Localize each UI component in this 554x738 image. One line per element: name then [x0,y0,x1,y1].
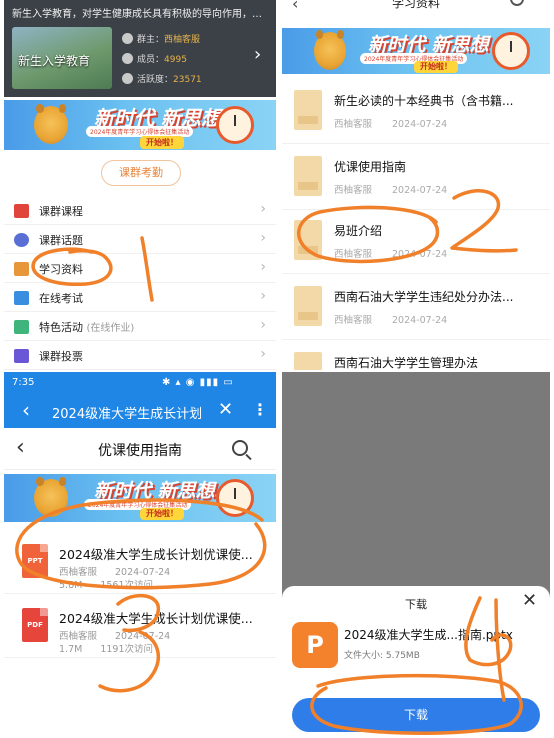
vote-icon [14,349,29,363]
sheet-title: 下载 [405,598,427,611]
file-author: 西柚客服 [334,185,373,196]
folder-file-icon [294,90,322,130]
document-views: 1561次访问 [100,580,153,591]
materials-header: ‹ 学习资料 [282,0,550,22]
course-guide-panel: 7:35 ✱ ▴ ◉ ▮▮▮ ▭ ‹ 2024级准大学生成长计划 ✕ ⋮ ‹ 优… [4,372,276,738]
document-item[interactable]: PPT 2024级准大学生成长计划优课使... 西柚客服 2024-07-24 5… [4,532,276,594]
group-header: 新生入学教育，对学生健康成长具有积极的导向作用，为此西南... 新生入学教育 群… [4,0,276,97]
clock-icon [216,106,254,144]
chevron-right-icon: › [260,288,266,304]
chevron-right-icon: › [260,230,266,246]
clipboard-icon [14,320,29,334]
promo-banner[interactable]: 新时代 新思想 2024年度青年学习心得体会征集活动 开始啦！ [4,474,276,522]
pdf-file-icon: PDF [22,608,48,642]
nav-bar: ‹ 优课使用指南 [4,428,276,470]
folder-file-icon [294,156,322,196]
materials-icon [14,262,29,276]
file-item[interactable]: 西南石油大学学生管理办法 [282,342,550,370]
banner-cta: 开始啦！ [140,508,184,520]
download-file-size: 文件大小: 5.75MB [344,651,420,661]
more-icon[interactable]: ⋮ [252,400,268,419]
file-title: 西南石油大学学生违纪处分办法... [334,290,514,304]
menu-item-label: 特色活动 [39,321,83,334]
laptop-icon [14,291,29,305]
chevron-right-icon[interactable]: › [254,44,261,65]
clock-icon [492,32,530,70]
close-icon[interactable]: ✕ [522,590,537,611]
status-time: 7:35 [12,377,35,388]
mascot-icon [34,477,68,517]
person-icon [122,33,133,44]
folder-file-icon [294,286,322,326]
mascot-icon [34,104,68,144]
app-title: 2024级准大学生成长计划 [52,407,203,422]
chevron-right-icon: › [260,317,266,333]
menu-item-materials[interactable]: 学习资料 › [4,254,276,283]
file-date: 2024-07-24 [392,185,448,196]
download-button[interactable]: 下载 [292,698,540,732]
group-owner-stat: 群主：西柚客服 [122,32,200,45]
menu-item-topics[interactable]: 课群话题 › [4,225,276,254]
status-bar: 7:35 ✱ ▴ ◉ ▮▮▮ ▭ [4,372,276,394]
file-item[interactable]: 优课使用指南 西柚客服 2024-07-24 [282,146,550,210]
attendance-button[interactable]: 课群考勤 [101,160,181,186]
document-size: 5.8M [59,580,83,591]
file-item[interactable]: 新生必读的十本经典书（含书籍... 西柚客服 2024-07-24 [282,80,550,144]
group-thumbnail-title: 新生入学教育 [18,54,91,68]
banner-cta: 开始啦！ [414,61,458,73]
fire-icon [122,73,133,84]
document-title: 2024级准大学生成长计划优课使... [59,611,253,626]
folder-file-icon [294,220,322,260]
menu-item-extra: (在线作业) [86,323,135,334]
file-title: 西南石油大学学生管理办法 [334,356,479,370]
file-author: 西柚客服 [334,315,373,326]
file-item[interactable]: 西南石油大学学生违纪处分办法... 西柚客服 2024-07-24 [282,276,550,340]
pptx-file-icon: P [292,622,338,668]
ppt-file-icon: PPT [22,544,48,578]
app-bar: ‹ 2024级准大学生成长计划 ✕ ⋮ [4,394,276,428]
banner-cta: 开始啦！ [140,136,184,149]
document-item[interactable]: PDF 2024级准大学生成长计划优课使... 西柚客服 2024-07-24 1… [4,596,276,658]
group-members-stat: 成员：4995 [122,52,187,65]
file-title: 易班介绍 [334,224,383,238]
menu-item-activities[interactable]: 特色活动 (在线作业) › [4,312,276,341]
chevron-right-icon: › [260,346,266,362]
file-item[interactable]: 易班介绍 西柚客服 2024-07-24 [282,210,550,274]
promo-banner[interactable]: 新时代 新思想 2024年度青年学习心得体会征集活动 开始啦！ [4,100,276,150]
members-icon [122,53,133,64]
clock-icon [216,479,254,517]
menu-item-courses[interactable]: 课群课程 › [4,196,276,225]
file-author: 西柚客服 [334,249,373,260]
document-views: 1191次访问 [100,644,153,655]
download-sheet: 下载 ✕ P 2024级准大学生成...指南.pptx 文件大小: 5.75MB… [282,586,550,738]
close-icon[interactable]: ✕ [218,399,233,420]
book-icon [14,204,29,218]
file-title: 优课使用指南 [334,160,407,174]
chat-icon [14,233,29,247]
file-date: 2024-07-24 [392,119,448,130]
promo-banner[interactable]: 新时代 新思想 2024年度青年学习心得体会征集活动 开始啦！ [282,28,550,74]
menu-item-vote[interactable]: 课群投票 › [4,341,276,370]
group-activity-stat: 活跃度：23571 [122,72,202,85]
file-author: 西柚客服 [334,119,373,130]
status-icons: ✱ ▴ ◉ ▮▮▮ ▭ [162,377,234,388]
chevron-right-icon: › [260,259,266,275]
group-intro-text: 新生入学教育，对学生健康成长具有积极的导向作用，为此西南... [12,9,270,20]
folder-file-icon [294,352,322,370]
group-home-panel: 新生入学教育，对学生健康成长具有积极的导向作用，为此西南... 新生入学教育 群… [4,0,276,370]
chevron-right-icon: › [260,201,266,217]
file-title: 新生必读的十本经典书（含书籍... [334,94,514,108]
file-date: 2024-07-24 [392,249,448,260]
download-file-name: 2024级准大学生成...指南.pptx [344,628,513,642]
mascot-icon [314,30,346,70]
download-panel: 下载 ✕ P 2024级准大学生成...指南.pptx 文件大小: 5.75MB… [282,372,550,738]
materials-list-panel: ‹ 学习资料 新时代 新思想 2024年度青年学习心得体会征集活动 开始啦！ 新… [282,0,550,370]
back-icon[interactable]: ‹ [22,398,30,422]
document-size: 1.7M [59,644,83,655]
menu-item-exams[interactable]: 在线考试 › [4,283,276,312]
file-date: 2024-07-24 [392,315,448,326]
search-icon[interactable] [232,440,248,456]
document-title: 2024级准大学生成长计划优课使... [59,547,253,562]
